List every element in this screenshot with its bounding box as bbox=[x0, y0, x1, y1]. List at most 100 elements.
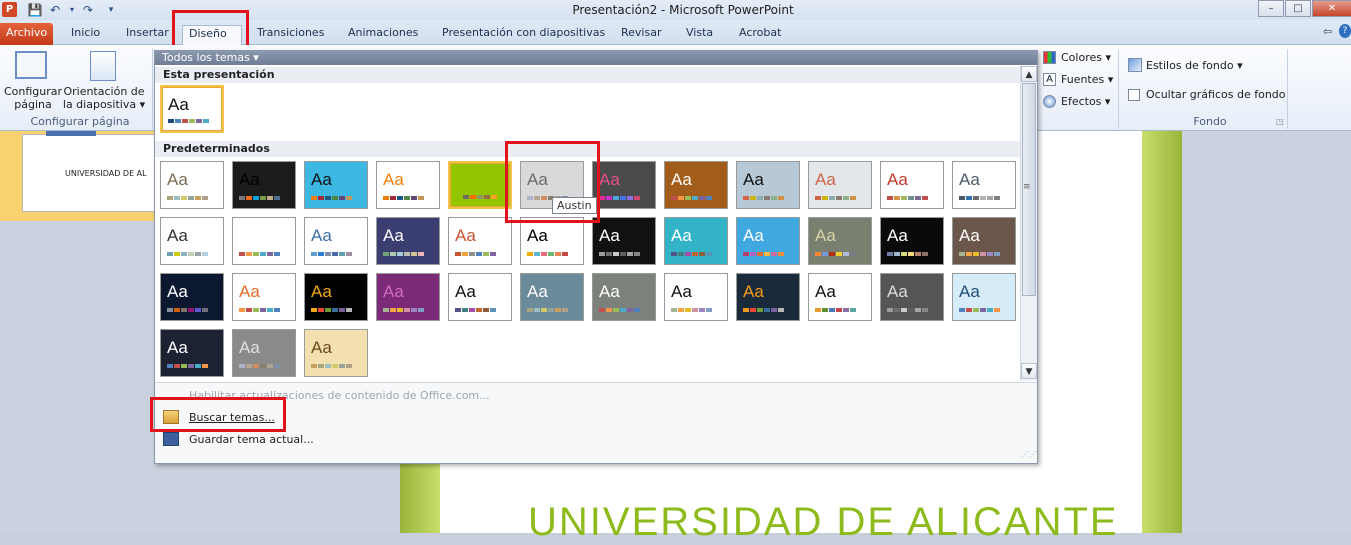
theme-perspectiva[interactable]: Aa bbox=[160, 273, 224, 321]
theme-aspecto[interactable]: Aa bbox=[376, 161, 440, 209]
theme-color-swatches bbox=[167, 196, 208, 200]
theme-origen[interactable]: Aa bbox=[880, 217, 944, 265]
theme-mezcla[interactable]: Aa bbox=[736, 273, 800, 321]
theme-mirador[interactable]: Aa bbox=[592, 217, 656, 265]
theme-office[interactable]: Aa bbox=[160, 85, 224, 133]
efectos-button[interactable]: Efectos ▾ bbox=[1061, 95, 1110, 108]
color-swatch bbox=[634, 196, 640, 200]
tab-vista[interactable]: Vista bbox=[680, 25, 719, 45]
tab-presentacion[interactable]: Presentación con diapositivas bbox=[436, 25, 611, 45]
color-swatch bbox=[239, 308, 245, 312]
theme-hoja[interactable]: Aa bbox=[808, 273, 872, 321]
theme-papel[interactable]: Aa bbox=[952, 217, 1016, 265]
theme-austin[interactable]: Aa bbox=[448, 161, 512, 209]
tab-acrobat[interactable]: Acrobat bbox=[733, 25, 787, 45]
theme-compuesto[interactable]: Aa bbox=[880, 161, 944, 209]
slide-title[interactable]: UNIVERSIDAD DE ALICANTE bbox=[528, 500, 1119, 545]
tab-inicio[interactable]: Inicio bbox=[65, 25, 106, 45]
color-swatch bbox=[311, 252, 317, 256]
theme-grafito[interactable]: Aa bbox=[880, 273, 944, 321]
scroll-down-icon[interactable]: ▼ bbox=[1021, 363, 1037, 379]
all-themes-header[interactable]: Todos los temas ▾ bbox=[155, 51, 1037, 65]
scroll-up-icon[interactable]: ▲ bbox=[1021, 66, 1037, 82]
theme-oriel[interactable]: Aa bbox=[808, 217, 872, 265]
tab-transiciones[interactable]: Transiciones bbox=[251, 25, 330, 45]
estilos-fondo-button[interactable]: Estilos de fondo ▾ bbox=[1146, 59, 1243, 72]
dialog-launcher-icon[interactable]: ◳ bbox=[1276, 117, 1284, 126]
menu-guardar-tema[interactable]: Guardar tema actual... bbox=[189, 433, 314, 446]
theme-flujo[interactable]: Aa bbox=[232, 273, 296, 321]
color-swatch bbox=[167, 308, 173, 312]
page-setup-icon[interactable] bbox=[15, 51, 47, 79]
theme-teclas[interactable]: Aa bbox=[376, 273, 440, 321]
color-swatch bbox=[887, 252, 893, 256]
theme-preview-text: Aa bbox=[383, 226, 404, 245]
theme-preview-text: Aa bbox=[599, 170, 620, 189]
theme-concurrencia[interactable]: Aa bbox=[952, 161, 1016, 209]
theme-mirador2[interactable]: Aa bbox=[664, 217, 728, 265]
slide-orientation-button[interactable]: Orientación de la diapositiva ▾ bbox=[62, 85, 146, 111]
color-swatch bbox=[339, 252, 345, 256]
close-button[interactable]: ✕ bbox=[1312, 0, 1351, 17]
theme-civic[interactable]: Aa bbox=[736, 161, 800, 209]
theme-fundici-n[interactable]: Aa bbox=[376, 217, 440, 265]
colors-icon[interactable] bbox=[1043, 51, 1056, 64]
fuentes-button[interactable]: Fuentes ▾ bbox=[1061, 73, 1113, 86]
tab-revisar[interactable]: Revisar bbox=[615, 25, 667, 45]
color-swatch bbox=[901, 252, 907, 256]
help-icon[interactable]: ? bbox=[1339, 24, 1351, 38]
color-swatch bbox=[181, 308, 187, 312]
theme-equidad[interactable]: Aa bbox=[592, 161, 656, 209]
theme-opulento[interactable]: Aa bbox=[736, 217, 800, 265]
minimize-button[interactable]: – bbox=[1258, 0, 1284, 17]
color-swatch bbox=[973, 196, 979, 200]
color-swatch bbox=[620, 252, 626, 256]
colores-button[interactable]: Colores ▾ bbox=[1061, 51, 1111, 64]
background-styles-icon[interactable] bbox=[1128, 58, 1142, 72]
color-swatch bbox=[562, 252, 568, 256]
theme-v-rtice[interactable]: Aa bbox=[592, 273, 656, 321]
theme-t-cnico[interactable]: Aa bbox=[160, 217, 224, 265]
page-setup-button[interactable]: Configurar página bbox=[2, 85, 64, 111]
theme-color-swatches bbox=[527, 252, 568, 256]
color-swatch bbox=[843, 252, 849, 256]
gallery-scrollbar[interactable]: ▲ ≡ ▼ bbox=[1020, 66, 1037, 381]
theme-metro[interactable]: Aa bbox=[448, 217, 512, 265]
theme-color-swatches bbox=[456, 195, 497, 199]
theme-niebla[interactable]: Aa bbox=[232, 329, 296, 377]
thumbnail-bar bbox=[46, 131, 96, 136]
color-swatch bbox=[246, 252, 252, 256]
tab-animaciones[interactable]: Animaciones bbox=[342, 25, 424, 45]
hide-background-checkbox[interactable] bbox=[1128, 89, 1140, 101]
theme-papel2[interactable]: Aa bbox=[664, 273, 728, 321]
color-swatch bbox=[606, 196, 612, 200]
fonts-icon[interactable]: A bbox=[1043, 73, 1056, 86]
theme-trigo[interactable]: Aa bbox=[304, 329, 368, 377]
theme-cuadr-cula[interactable]: Aa bbox=[232, 217, 296, 265]
theme-m-dulo[interactable]: Aa bbox=[520, 217, 584, 265]
theme-concurso[interactable]: Aa bbox=[808, 161, 872, 209]
theme-urbano[interactable]: Aa bbox=[448, 273, 512, 321]
theme-onda[interactable]: Aa bbox=[160, 329, 224, 377]
theme-elemental[interactable]: Aa bbox=[304, 217, 368, 265]
tab-archivo[interactable]: Archivo bbox=[0, 23, 53, 45]
minimize-ribbon-icon[interactable]: ⇦ bbox=[1323, 25, 1332, 38]
save-theme-icon bbox=[163, 432, 179, 446]
resize-grip-icon[interactable]: ⋰⋰ bbox=[1021, 450, 1037, 460]
theme-viajes[interactable]: Aa bbox=[520, 273, 584, 321]
theme-ciudad[interactable]: Aa bbox=[664, 161, 728, 209]
theme-color-swatches bbox=[815, 252, 856, 256]
tab-insertar[interactable]: Insertar bbox=[120, 25, 175, 45]
theme-vapor[interactable]: Aa bbox=[952, 273, 1016, 321]
maximize-button[interactable]: □ bbox=[1285, 0, 1311, 17]
theme-solsticio[interactable]: Aa bbox=[304, 273, 368, 321]
slide-orientation-icon[interactable] bbox=[90, 51, 116, 81]
theme-apex[interactable]: Aa bbox=[304, 161, 368, 209]
theme-preview-text: Aa bbox=[599, 226, 620, 245]
color-swatch bbox=[411, 308, 417, 312]
theme-angles[interactable]: Aa bbox=[232, 161, 296, 209]
theme-color-swatches bbox=[599, 308, 640, 312]
color-swatch bbox=[318, 196, 324, 200]
effects-icon[interactable] bbox=[1043, 95, 1056, 108]
theme-adyacencia[interactable]: Aa bbox=[160, 161, 224, 209]
